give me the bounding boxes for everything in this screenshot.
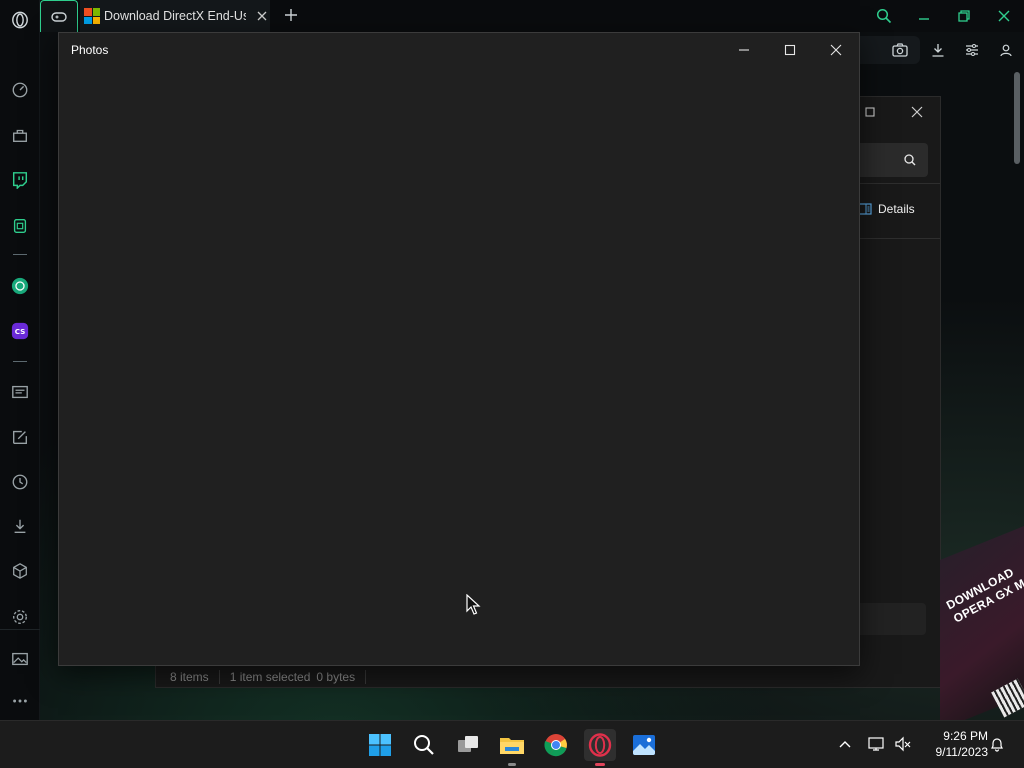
profile-icon[interactable] — [996, 40, 1016, 60]
explorer-status-bar: 8 items 1 item selected 0 bytes — [156, 666, 376, 688]
notifications-bell-icon[interactable] — [986, 733, 1008, 755]
browser-minimize-icon[interactable] — [914, 6, 934, 26]
more-icon[interactable] — [9, 690, 31, 712]
gx-control-icon[interactable] — [9, 215, 31, 237]
explorer-pane-item[interactable] — [860, 603, 926, 635]
sidebar-divider — [13, 254, 27, 255]
tab-close-icon[interactable] — [254, 8, 270, 24]
download-icon[interactable] — [928, 40, 948, 60]
sidebar-divider — [13, 361, 27, 362]
status-separator — [218, 670, 220, 684]
details-button[interactable]: Details — [858, 202, 915, 216]
chevron-up-icon — [839, 741, 851, 748]
close-button[interactable] — [813, 33, 859, 67]
opera-logo-icon[interactable] — [9, 9, 31, 31]
sidebar-divider — [0, 629, 40, 630]
microsoft-logo-icon — [84, 8, 100, 24]
gx-corner-tab[interactable] — [40, 0, 78, 32]
maximize-icon — [784, 44, 796, 56]
details-pane-icon — [858, 203, 872, 215]
photos-canvas[interactable] — [59, 67, 859, 665]
network-icon[interactable] — [866, 733, 888, 755]
news-icon[interactable] — [9, 381, 31, 403]
task-view-icon — [458, 736, 478, 752]
clock-date: 9/11/2023 — [935, 745, 989, 759]
extensions-icon[interactable] — [9, 560, 31, 582]
browser-tab[interactable]: Download DirectX End-User Runtime — [80, 0, 270, 32]
browser-close-icon[interactable] — [994, 6, 1014, 26]
start-button[interactable] — [364, 729, 396, 761]
search-icon — [414, 735, 434, 755]
pinboard-icon[interactable] — [9, 426, 31, 448]
opera-gx-icon — [588, 733, 612, 757]
photos-taskbar-button[interactable] — [628, 729, 660, 761]
explorer-close-icon[interactable] — [908, 103, 926, 121]
svg-text:CS: CS — [15, 327, 26, 336]
tab-search-icon[interactable] — [874, 6, 894, 26]
maximize-button[interactable] — [767, 33, 813, 67]
status-separator — [365, 670, 367, 684]
browser-sidebar: CS — [0, 0, 40, 720]
chatsonic-icon[interactable]: CS — [9, 320, 31, 342]
running-indicator — [595, 763, 605, 766]
minimize-icon — [739, 49, 749, 51]
page-scrollbar[interactable] — [1014, 72, 1020, 164]
search-icon — [904, 154, 916, 166]
shopping-icon[interactable] — [9, 124, 31, 146]
settings-icon[interactable] — [9, 606, 31, 628]
folder-icon — [500, 738, 524, 754]
opera-gx-taskbar-button[interactable] — [584, 729, 616, 766]
windows-logo-icon — [369, 734, 391, 756]
twitch-icon[interactable] — [9, 169, 31, 191]
snapshot-icon[interactable] — [890, 40, 910, 60]
gamepad-icon — [51, 11, 67, 22]
file-explorer-taskbar-button[interactable] — [496, 729, 528, 766]
minimize-button[interactable] — [721, 33, 767, 67]
taskbar — [0, 720, 1024, 768]
photos-title-bar[interactable]: Photos — [59, 33, 859, 67]
tab-bar: Download DirectX End-User Runtime — [40, 0, 1024, 32]
downloads-icon[interactable] — [9, 515, 31, 537]
clock-time: 9:26 PM — [943, 729, 988, 743]
mouse-cursor-icon — [466, 594, 481, 615]
status-size: 0 bytes — [316, 670, 356, 684]
chatgpt-icon[interactable] — [9, 275, 31, 297]
chrome-taskbar-button[interactable] — [540, 729, 572, 761]
gallery-icon[interactable] — [9, 648, 31, 670]
chrome-icon — [544, 734, 567, 757]
close-icon — [830, 44, 842, 56]
new-tab-icon[interactable] — [282, 6, 300, 24]
browser-restore-icon[interactable] — [954, 6, 974, 26]
speed-dial-icon[interactable] — [9, 79, 31, 101]
details-label: Details — [878, 202, 915, 216]
divider — [860, 183, 940, 184]
tab-title: Download DirectX End-User Runtime — [104, 9, 246, 23]
taskbar-search-button[interactable] — [408, 729, 440, 761]
volume-muted-icon[interactable] — [892, 733, 914, 755]
photos-window: Photos — [58, 32, 860, 666]
show-hidden-icons-button[interactable] — [834, 733, 856, 755]
easy-setup-icon[interactable] — [962, 40, 982, 60]
window-title: Photos — [71, 43, 109, 57]
task-view-button[interactable] — [452, 729, 484, 761]
divider — [860, 238, 940, 239]
history-icon[interactable] — [9, 471, 31, 493]
status-selected: 1 item selected — [229, 670, 311, 684]
status-item-count: 8 items — [170, 670, 209, 684]
photos-app-icon — [633, 735, 655, 755]
taskbar-clock[interactable]: 9:26 PM 9/11/2023 — [918, 728, 989, 760]
explorer-maximize-icon[interactable] — [862, 104, 878, 120]
running-indicator — [508, 763, 516, 766]
